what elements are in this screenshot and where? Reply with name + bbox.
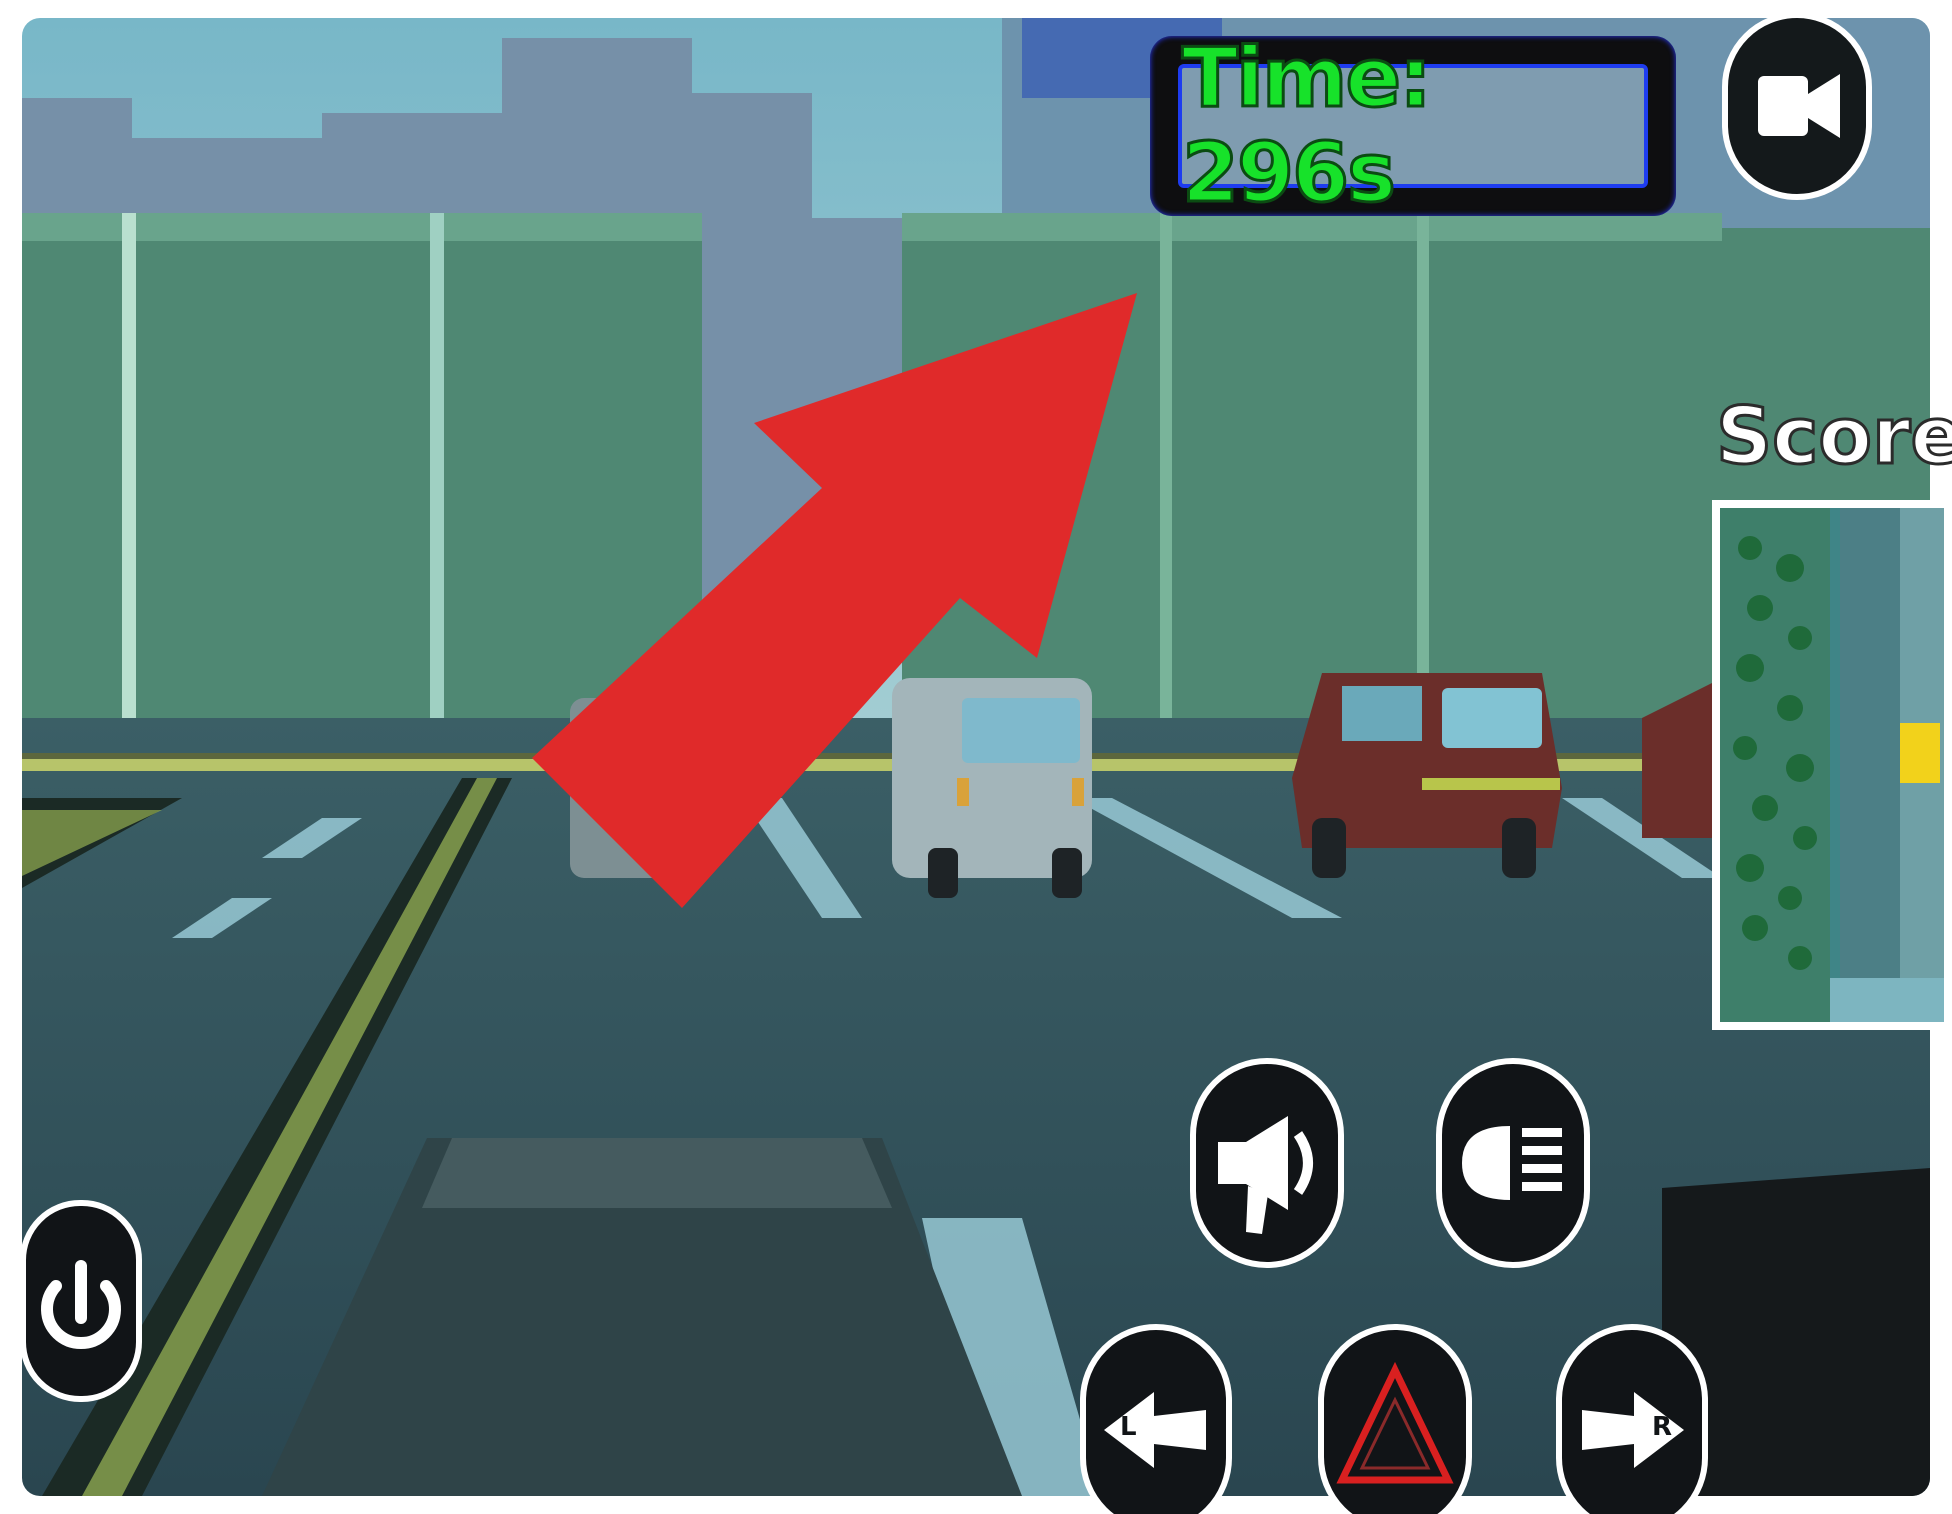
parking-scene [22,18,1930,1496]
parked-red-car [1292,673,1562,878]
right-arrow-indicator-icon [1582,1392,1684,1468]
hazard-triangle-icon [1336,1361,1454,1484]
power-icon [41,1260,121,1349]
parked-van [892,678,1092,898]
horn-button[interactable] [1190,1058,1344,1268]
timer-panel: Time: 296s [1150,30,1676,223]
power-button[interactable] [20,1200,142,1402]
minimap [1712,500,1952,1030]
player-marker [1900,723,1940,783]
video-camera-icon [1758,74,1840,138]
right-indicator-button[interactable]: R [1556,1324,1708,1514]
headlights-button[interactable] [1436,1058,1590,1268]
left-arrow-indicator-icon [1104,1392,1206,1468]
hazard-button[interactable] [1318,1324,1472,1514]
headlight-icon [1462,1126,1562,1200]
timer-panel-inner: Time: 296s [1178,30,1648,223]
timer-text: Time: 296s [1181,30,1434,223]
right-letter: R [1652,1412,1673,1442]
left-indicator-button[interactable]: L [1080,1324,1232,1514]
megaphone-horn-icon [1218,1116,1313,1234]
score-label: Score: [1715,391,1952,484]
left-letter: L [1120,1412,1137,1442]
game-screen: Time: 296s Score: [0,0,1952,1514]
camera-button[interactable] [1722,12,1872,200]
